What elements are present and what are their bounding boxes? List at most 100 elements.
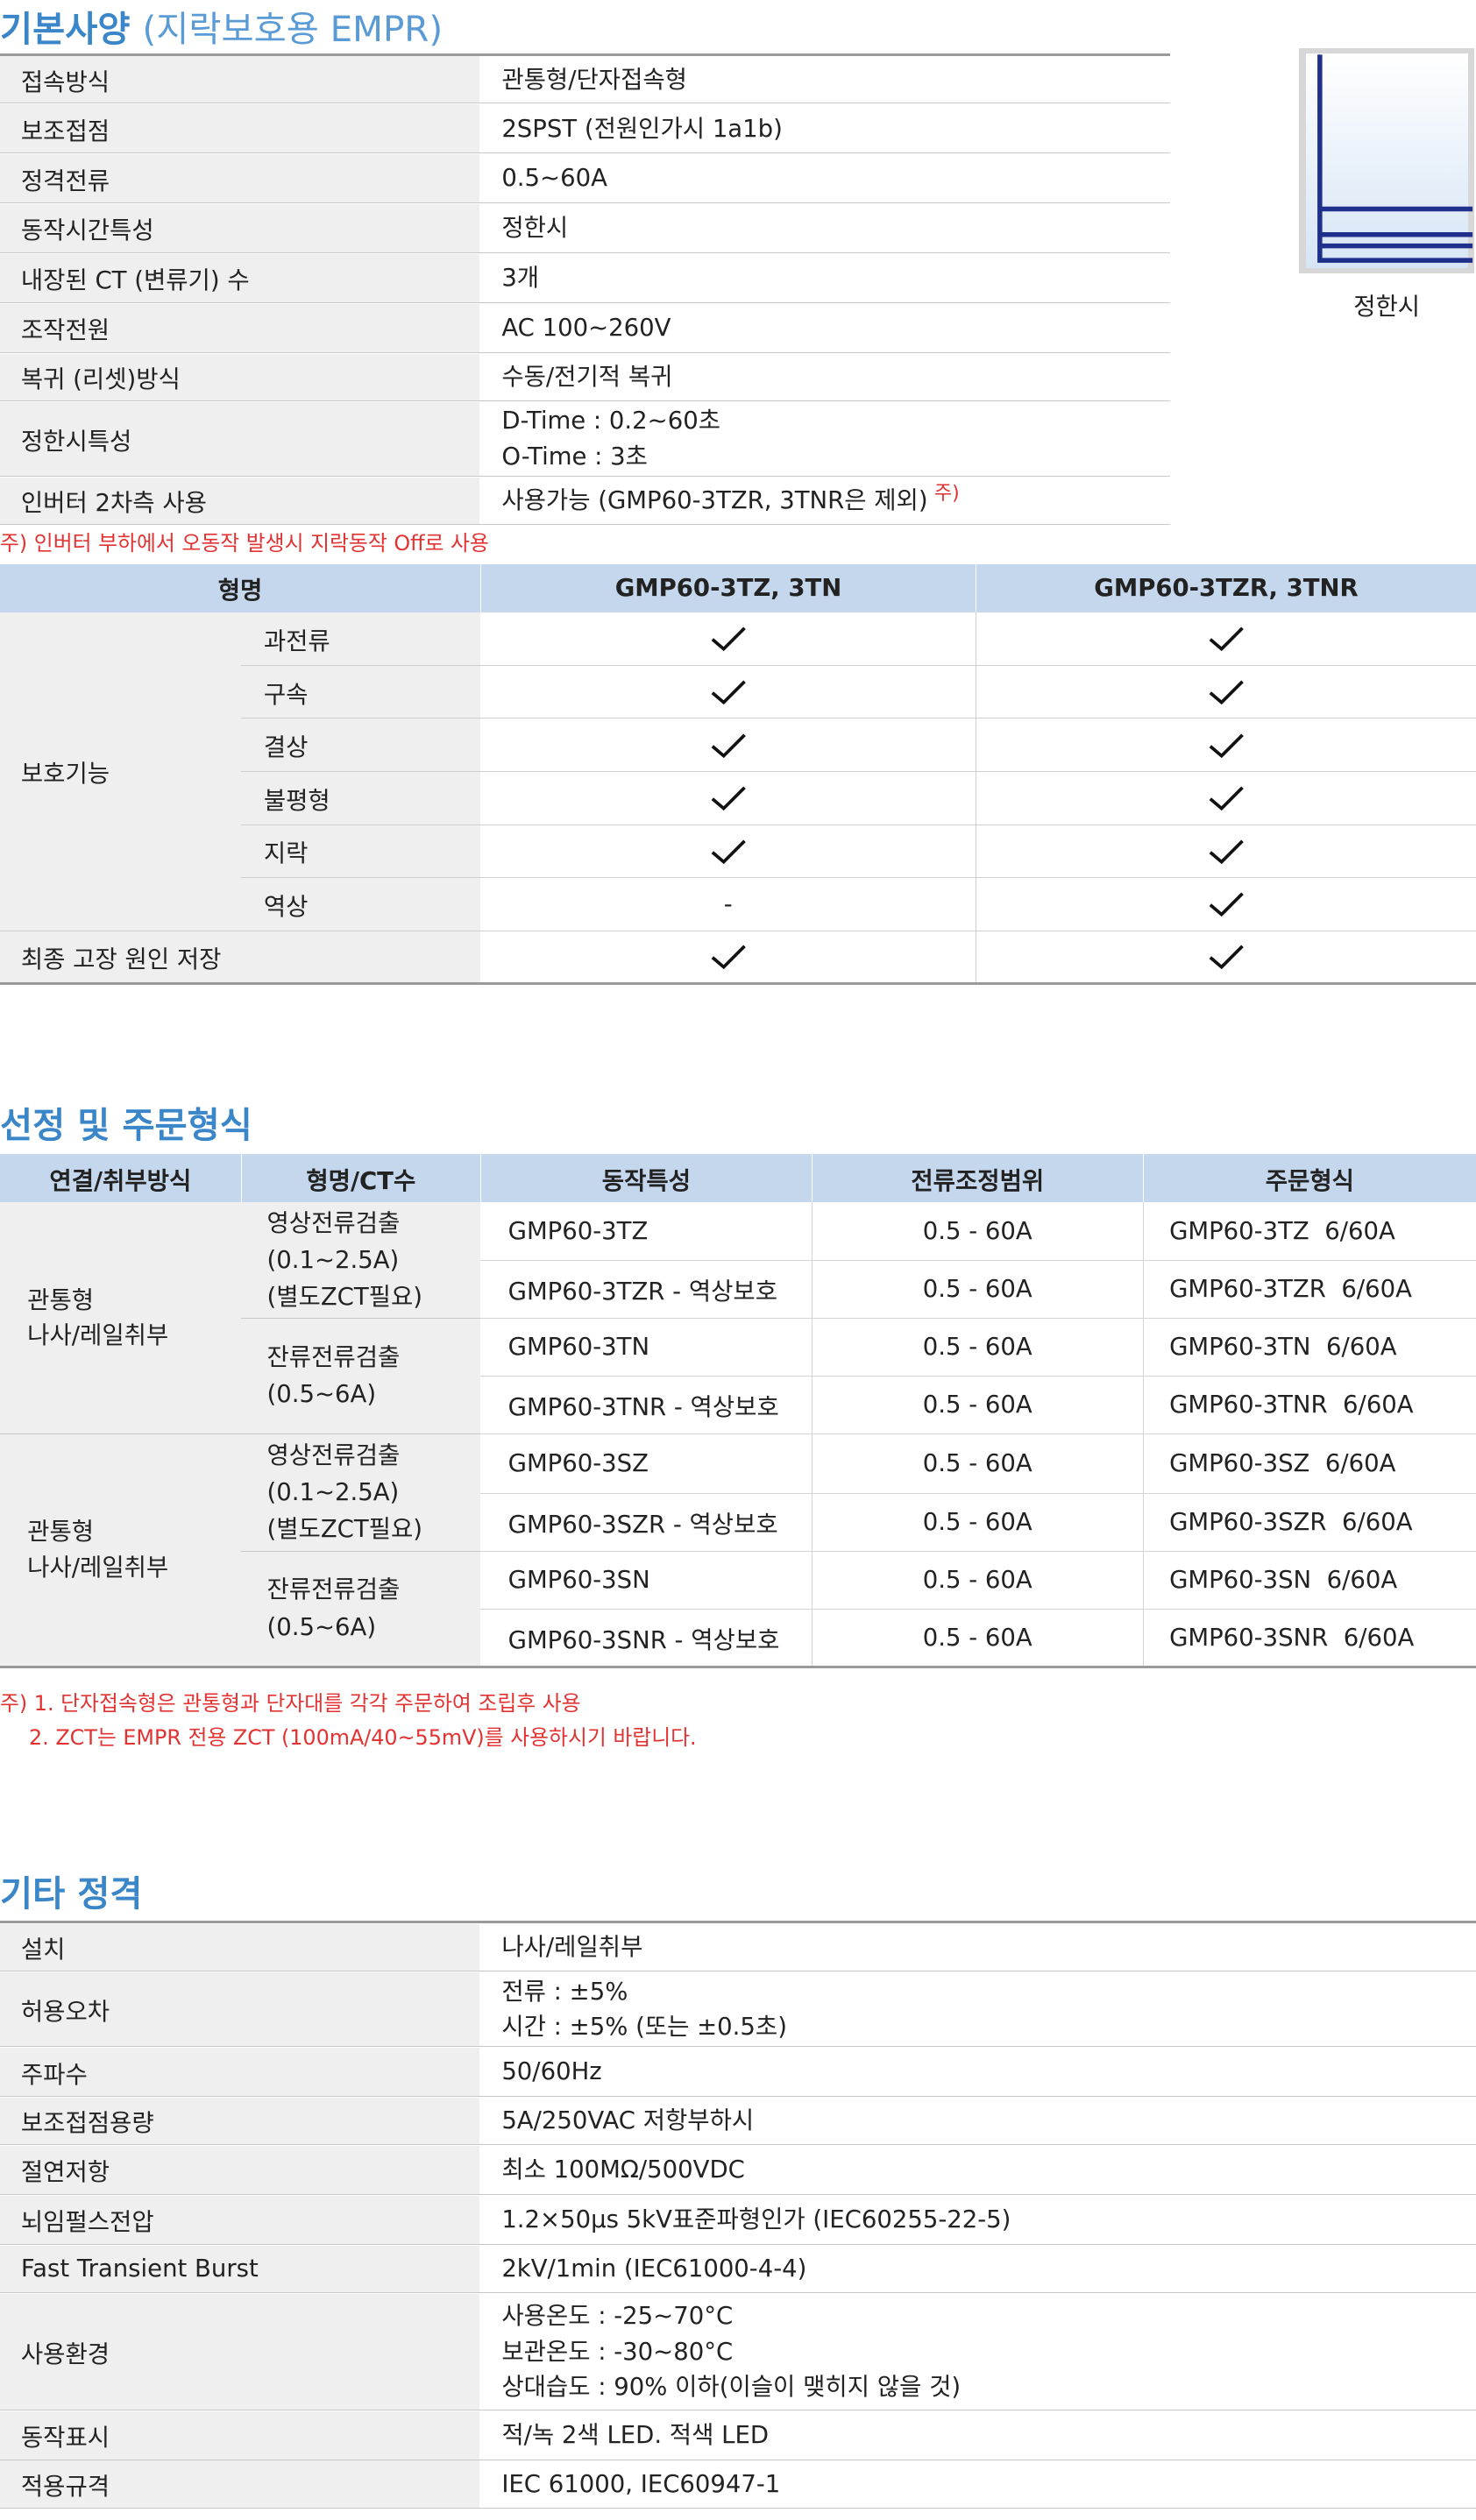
support-cell (480, 771, 976, 825)
rating-value-line: 시간 : ±5% (또는 ±0.5초) (501, 2012, 787, 2041)
spec-value-line: 2SPST (전원인가시 1a1b) (501, 114, 783, 143)
section1-note: 주) 인버터 부하에서 오동작 발생시 지락동작 Off로 사용 (0, 530, 489, 556)
order-header-cell: 전류조정범위 (811, 1154, 1144, 1203)
operation-cell: GMP60-3SN (480, 1551, 813, 1610)
rating-value-line: 나사/레일취부 (501, 1933, 643, 1962)
spec-value: 2SPST (전원인가시 1a1b) (479, 104, 1171, 152)
spec-value-line: 3개 (501, 264, 540, 293)
detection-line: 영상전류검출 (266, 1208, 401, 1237)
spec-row: 정한시특성 D-Time : 0.2~60초 O-Time : 3초 (0, 401, 1171, 477)
rating-label: Fast Transient Burst (0, 2245, 479, 2292)
rating-label: 동작표시 (0, 2410, 479, 2460)
rating-value: 전류 : ±5% 시간 : ±5% (또는 ±0.5초) (479, 1972, 1476, 2046)
check-icon (711, 680, 746, 705)
support-cell (975, 718, 1476, 772)
check-icon (711, 626, 746, 652)
protection-row-last: 최종 고장 원인 저장 (0, 931, 1476, 986)
function-label: 역상 (241, 877, 481, 931)
detection-line: 잔류전류검출 (266, 1575, 401, 1604)
rating-value-line: 2kV/1min (IEC61000-4-4) (501, 2255, 807, 2283)
spec-value: 0.5~60A (479, 154, 1171, 202)
spec-label: 인버터 2차측 사용 (0, 477, 479, 524)
protection-function-table: 형명 GMP60-3TZ, 3TN GMP60-3TZR, 3TNR 보호기능 과… (0, 563, 1476, 986)
rating-value-line: 적/녹 2색 LED. 적색 LED (501, 2420, 770, 2449)
spec-value-line: 0.5~60A (501, 164, 607, 193)
support-cell (975, 665, 1476, 719)
spec-row: 내장된 CT (변류기) 수 3개 (0, 253, 1171, 303)
rating-value: 사용온도 : -25~70°C 보관온도 : -30~80°C 상대습도 : 90%… (479, 2294, 1476, 2410)
operation-cell: GMP60-3SZ (480, 1433, 813, 1494)
order-cell: GMP60-3TZR 6/60A (1142, 1260, 1476, 1319)
connection-cell: 관통형 나사/레일취부 (0, 1202, 242, 1434)
rating-value: IEC 61000, IEC60947-1 (479, 2460, 1476, 2507)
rating-label: 사용환경 (0, 2293, 479, 2410)
order-cell: GMP60-3SNR 6/60A (1142, 1609, 1476, 1668)
function-label: 과전류 (241, 612, 481, 666)
support-cell (975, 612, 1476, 666)
spec-value: 사용가능 (GMP60-3TZR, 3TNR은 제외) 주) (479, 478, 1171, 524)
spec-label: 동작시간특성 (0, 203, 479, 252)
order-header-cell: 주문형식 (1142, 1154, 1476, 1203)
rating-value-line: 50/60Hz (501, 2057, 602, 2086)
spec-value: 3개 (479, 254, 1171, 302)
header-col2: GMP60-3TZR, 3TNR (975, 563, 1476, 612)
spec-row: 접속방식 관통형/단자접속형 (0, 56, 1171, 104)
function-label: 불평형 (241, 771, 481, 825)
rating-label: 보조접점용량 (0, 2097, 479, 2145)
rating-label: 허용오차 (0, 1971, 479, 2047)
section-title-basic-specs: 기본사양 (지락보호용 EMPR) (0, 0, 443, 52)
rating-value: 1.2×50μs 5kV표준파형인가 (IEC60255-22-5) (479, 2196, 1476, 2244)
order-header-cell: 형명/CT수 (240, 1154, 481, 1203)
order-row: 관통형 나사/레일취부 영상전류검출 (0.1~2.5A) (별도ZCT필요) GMP60… (0, 1433, 1476, 1668)
rating-value: 50/60Hz (479, 2048, 1476, 2096)
spec-row: 조작전원 AC 100~260V (0, 303, 1171, 353)
support-cell (480, 931, 976, 986)
dash-mark: - (723, 889, 733, 918)
operation-cell: GMP60-3TNR - 역상보호 (480, 1376, 813, 1434)
spec-row: 정격전류 0.5~60A (0, 154, 1171, 204)
operation-cell: GMP60-3TN (480, 1318, 813, 1377)
detection-line: (0.5~6A) (266, 1380, 377, 1409)
title-text: 기본사양 (0, 9, 131, 50)
connection-line: 나사/레일취부 (27, 1320, 169, 1349)
spec-value-line: O-Time : 3초 (501, 442, 648, 471)
rating-row: 설치 나사/레일취부 (0, 1923, 1476, 1971)
operation-cell: GMP60-3TZR - 역상보호 (480, 1260, 813, 1319)
spec-label: 접속방식 (0, 56, 479, 103)
function-label: 최종 고장 원인 저장 (0, 931, 481, 986)
rating-label: 뇌임펄스전압 (0, 2195, 479, 2244)
rating-row: 허용오차 전류 : ±5% 시간 : ±5% (또는 ±0.5초) (0, 1971, 1476, 2048)
rating-row: 주파수 50/60Hz (0, 2048, 1476, 2098)
support-cell (975, 877, 1476, 931)
detection-line: 영상전류검출 (266, 1441, 401, 1469)
support-cell (480, 718, 976, 772)
spec-row: 동작시간특성 정한시 (0, 203, 1171, 253)
definite-time-curve-icon (1317, 54, 1473, 263)
function-label: 구속 (241, 665, 481, 719)
rating-value: 나사/레일취부 (479, 1924, 1476, 1971)
order-row: 관통형 나사/레일취부 영상전류검출 (0.1~2.5A) (별도ZCT필요) GMP60… (0, 1202, 1476, 1434)
spec-row: 보조접점 2SPST (전원인가시 1a1b) (0, 104, 1171, 154)
section-title-selection: 선정 및 주문형식 (0, 1105, 252, 1147)
order-cell: GMP60-3TN 6/60A (1142, 1318, 1476, 1377)
check-icon (711, 839, 746, 864)
detection-cell: 잔류전류검출 (0.5~6A) (241, 1551, 481, 1668)
spec-value: 수동/전기적 복귀 (479, 354, 1171, 400)
order-cell: GMP60-3SN 6/60A (1142, 1551, 1476, 1610)
detection-line: (0.5~6A) (266, 1612, 377, 1641)
rating-label: 절연저항 (0, 2145, 479, 2194)
operation-cell: GMP60-3SZR - 역상보호 (480, 1493, 813, 1552)
rating-value: 최소 100MΩ/500VDC (479, 2146, 1476, 2194)
order-cell: GMP60-3TNR 6/60A (1142, 1376, 1476, 1434)
order-cell: GMP60-3TZ 6/60A (1142, 1202, 1476, 1261)
support-cell (975, 771, 1476, 825)
check-icon (711, 786, 746, 811)
range-cell: 0.5 - 60A (811, 1433, 1144, 1494)
check-icon (711, 733, 746, 758)
spec-label: 복귀 (리셋)방식 (0, 353, 479, 400)
rating-row: 적용규격 IEC 61000, IEC60947-1 (0, 2460, 1476, 2509)
rating-row: 동작표시 적/녹 2색 LED. 적색 LED (0, 2410, 1476, 2460)
detection-cell: 잔류전류검출 (0.5~6A) (241, 1318, 481, 1434)
spec-row: 복귀 (리셋)방식 수동/전기적 복귀 (0, 353, 1171, 401)
rating-value-line: 보관온도 : -30~80°C (501, 2337, 734, 2366)
